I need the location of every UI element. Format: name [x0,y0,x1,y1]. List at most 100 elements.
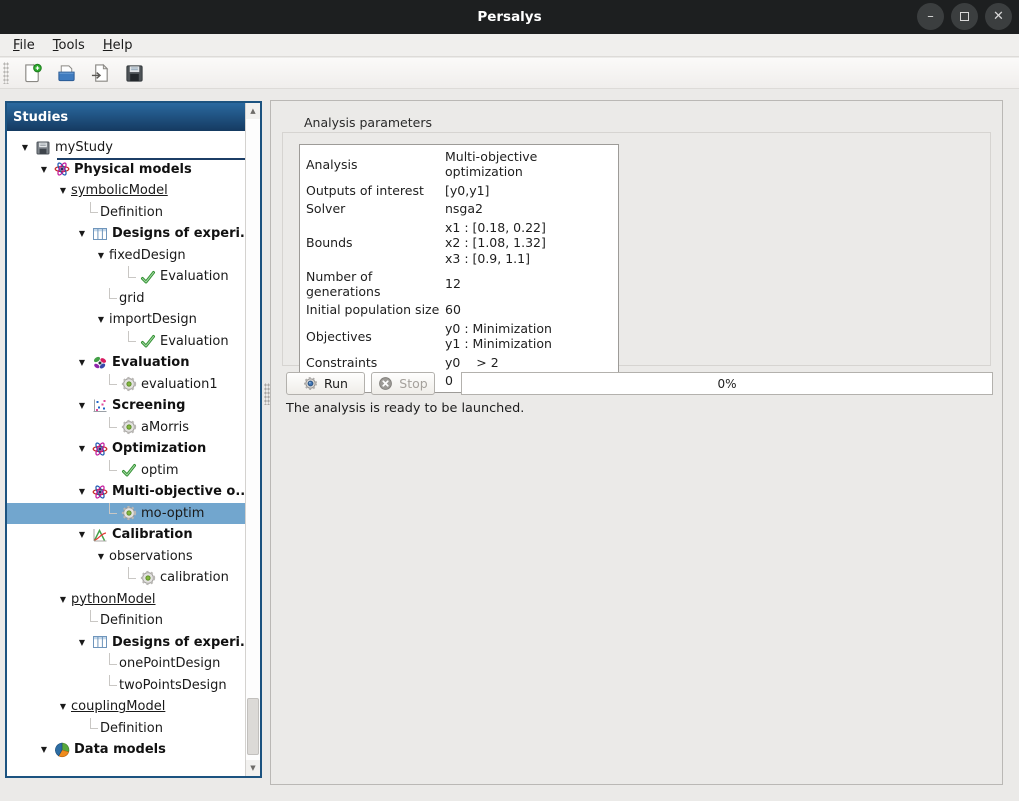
parameters-groupbox: AnalysisMulti-objective optimizationOutp… [282,132,991,366]
tree-item-label: pythonModel [71,592,156,607]
tree-item-screening[interactable]: ▼Screening [7,395,245,417]
menu-help[interactable]: Help [94,36,142,55]
tree-item-mo-optim[interactable]: mo-optim [7,503,245,525]
tree-item-designs-of-experi[interactable]: ▼Designs of experi... [7,223,245,245]
tree-item-calibration[interactable]: calibration [7,567,245,589]
tree-item-label: Evaluation [112,355,189,370]
parameter-row: Outputs of interest[y0,y1] [300,181,618,200]
maximize-icon[interactable] [951,3,978,30]
run-button[interactable]: Run [286,372,365,395]
tree-item-twopointsdesign[interactable]: twoPointsDesign [7,675,245,697]
tree-item-evaluation[interactable]: ▼ Evaluation [7,352,245,374]
group-title: Analysis parameters [304,115,432,130]
tree-item-mystudy[interactable]: ▼myStudy [7,137,245,159]
tree-scrollbar[interactable]: ▲ ▼ [245,103,260,776]
tree-item-definition[interactable]: Definition [7,718,245,740]
expander-icon[interactable]: ▼ [55,702,71,711]
tree-item-amorris[interactable]: aMorris [7,417,245,439]
tree-item-definition[interactable]: Definition [7,202,245,224]
expander-icon[interactable]: ▼ [74,487,90,496]
tree-branch-line [124,266,138,288]
tree-branch-line [105,374,119,396]
tree-item-fixeddesign[interactable]: ▼fixedDesign [7,245,245,267]
parameter-row: AnalysisMulti-objective optimization [300,147,618,181]
expander-icon[interactable]: ▼ [55,186,71,195]
stop-icon [378,376,393,391]
tree-item-symbolicmodel[interactable]: ▼symbolicModel [7,180,245,202]
scroll-down-icon[interactable]: ▼ [246,760,260,776]
tree-item-data-models[interactable]: ▼ Data models [7,739,245,761]
expander-icon[interactable]: ▼ [36,165,52,174]
tree-item-importdesign[interactable]: ▼importDesign [7,309,245,331]
parameter-label: Bounds [300,235,445,250]
tree-item-label: Optimization [112,441,206,456]
expander-icon[interactable]: ▼ [93,552,109,561]
tree-item-label: Multi-objective o... [112,484,245,499]
tree-item-evaluation1[interactable]: evaluation1 [7,374,245,396]
expander-icon[interactable]: ▼ [93,251,109,260]
expander-icon[interactable]: ▼ [93,315,109,324]
titlebar: Persalys – ✕ [0,0,1019,34]
tree-item-physical-models[interactable]: ▼Physical models [7,159,245,181]
tree-branch-line [124,331,138,353]
parameter-row: Number of generations12 [300,268,618,301]
tree-item-label: evaluation1 [141,377,218,392]
studies-panel: Studies ▼myStudy▼Physical models▼symboli… [5,101,262,778]
expander-icon[interactable]: ▼ [55,595,71,604]
table-icon [91,634,108,651]
save-study-icon[interactable] [121,60,147,86]
toolbar-drag-handle[interactable] [3,62,9,84]
expander-icon[interactable]: ▼ [74,444,90,453]
tree-item-pythonmodel[interactable]: ▼pythonModel [7,589,245,611]
tree-item-label: symbolicModel [71,183,168,198]
tree-item-evaluation[interactable]: Evaluation [7,331,245,353]
open-study-icon[interactable] [53,60,79,86]
pinwheel-icon [91,354,108,371]
expander-icon[interactable]: ▼ [74,530,90,539]
parameter-value: 60 [445,302,465,318]
tree-item-grid[interactable]: grid [7,288,245,310]
expander-icon[interactable]: ▼ [17,143,33,152]
new-study-icon[interactable] [19,60,45,86]
tree-branch-line [105,288,119,310]
expander-icon[interactable]: ▼ [74,358,90,367]
scroll-up-icon[interactable]: ▲ [246,103,260,119]
tree-branch-line [105,417,119,439]
tree-item-couplingmodel[interactable]: ▼couplingModel [7,696,245,718]
tree-item-definition[interactable]: Definition [7,610,245,632]
chart-icon [91,526,108,543]
parameter-label: Initial population size [300,302,445,317]
parameter-row: Objectivesy0 : Minimization y1 : Minimiz… [300,319,618,353]
tree-item-evaluation[interactable]: Evaluation [7,266,245,288]
menu-tools[interactable]: Tools [44,36,94,55]
progress-value: 0% [717,377,736,391]
parameter-value: Multi-objective optimization [445,149,618,180]
analysis-panel: Analysis parameters AnalysisMulti-object… [270,100,1003,785]
expander-icon[interactable]: ▼ [74,638,90,647]
import-study-icon[interactable] [87,60,113,86]
parameter-row: Constraintsy0 > 2 [300,353,618,372]
tree-item-onepointdesign[interactable]: onePointDesign [7,653,245,675]
expander-icon[interactable]: ▼ [74,229,90,238]
menu-file[interactable]: File [4,36,44,55]
tree-item-designs-of-experi[interactable]: ▼Designs of experi... [7,632,245,654]
tree-item-observations[interactable]: ▼observations [7,546,245,568]
tree-item-multi-objective-o[interactable]: ▼ Multi-objective o... [7,481,245,503]
tree-item-optimization[interactable]: ▼ Optimization [7,438,245,460]
tree-item-label: calibration [160,570,229,585]
tree-item-label: Data models [74,742,166,757]
close-icon[interactable]: ✕ [985,3,1012,30]
parameter-row: Solvernsga2 [300,200,618,219]
stop-button[interactable]: Stop [371,372,435,395]
scrollbar-thumb[interactable] [247,698,259,755]
expander-icon[interactable]: ▼ [74,401,90,410]
tree-branch-line [105,503,119,525]
minimize-icon[interactable]: – [917,3,944,30]
scatter-icon [91,397,108,414]
tree-item-optim[interactable]: optim [7,460,245,482]
parameter-row: Initial population size60 [300,301,618,320]
tree-item-label: aMorris [141,420,189,435]
tree-item-calibration[interactable]: ▼Calibration [7,524,245,546]
tree-item-label: couplingModel [71,699,165,714]
expander-icon[interactable]: ▼ [36,745,52,754]
